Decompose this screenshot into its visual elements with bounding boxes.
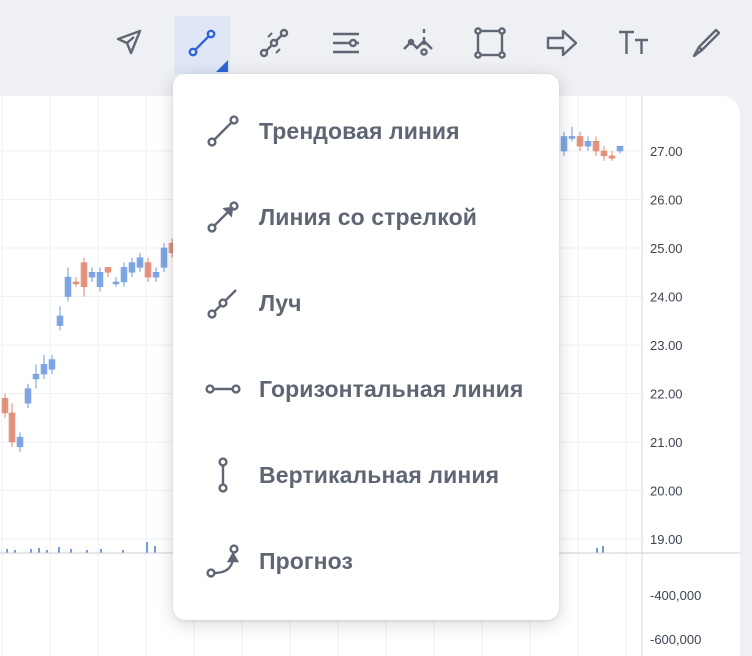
candle	[600, 146, 608, 161]
candle	[128, 257, 136, 278]
candle	[608, 151, 616, 161]
volume-tick-label: -600,000	[650, 632, 701, 647]
candle	[16, 432, 24, 452]
volume-bar	[58, 547, 60, 553]
volume-tick-label: -400,000	[650, 588, 701, 603]
arrow-tool-button[interactable]	[534, 16, 590, 74]
multi-point-line-tool-button[interactable]	[246, 16, 302, 74]
brush-icon	[688, 25, 724, 66]
candle	[72, 277, 80, 287]
menu-item-label: Вертикальная линия	[259, 461, 500, 488]
price-tick-label: 27.00	[650, 144, 683, 159]
arrow-line-icon	[203, 197, 243, 237]
horizontal-levels-icon	[328, 25, 364, 66]
price-tick-label: 25.00	[650, 241, 683, 256]
candle	[120, 262, 128, 287]
candle	[64, 267, 72, 302]
volume-axis: -400,000 -600,000	[650, 588, 701, 647]
candle	[136, 252, 144, 273]
ray-icon	[203, 283, 243, 323]
price-tick-label: 26.00	[650, 193, 683, 208]
candle	[56, 306, 64, 331]
menu-item-label: Луч	[259, 289, 302, 316]
candle	[24, 383, 32, 409]
arrow-icon	[544, 25, 580, 66]
trend-line-tool-button[interactable]	[174, 16, 230, 74]
price-tick-label: 21.00	[650, 435, 683, 450]
candle	[8, 403, 16, 447]
candle	[112, 277, 120, 287]
menu-item-forecast[interactable]: Прогноз	[173, 518, 559, 604]
menu-item-trend-line[interactable]: Трендовая линия	[173, 88, 559, 174]
volume-bar	[100, 549, 102, 553]
rectangle-shape-icon	[472, 25, 508, 66]
candle	[1, 393, 9, 418]
volume-bar	[70, 549, 72, 553]
candle	[104, 267, 112, 278]
candle	[152, 267, 160, 282]
menu-item-horizontal-line[interactable]: Горизонтальная линия	[173, 346, 559, 432]
menu-item-ray[interactable]: Луч	[173, 260, 559, 346]
price-tick-label: 19.00	[650, 532, 683, 547]
candle	[40, 354, 48, 379]
price-axis: 27.00 26.00 25.00 24.00 23.00 22.00 21.00 20.00…	[650, 144, 683, 547]
text-tool-button[interactable]	[606, 16, 662, 74]
forecast-icon	[203, 541, 243, 581]
candle	[616, 145, 624, 154]
price-tick-label: 22.00	[650, 387, 683, 402]
candle	[568, 126, 576, 142]
candle	[584, 136, 592, 151]
candle	[592, 136, 600, 156]
volume-bar	[146, 542, 148, 553]
candle	[80, 257, 88, 297]
price-tick-label: 23.00	[650, 338, 683, 353]
menu-item-label: Трендовая линия	[259, 117, 460, 144]
horizontal-levels-tool-button[interactable]	[318, 16, 374, 74]
multi-point-line-icon	[256, 25, 292, 66]
price-tick-label: 24.00	[650, 290, 683, 305]
horizontal-line-icon	[203, 369, 243, 409]
price-tick-label: 20.00	[650, 484, 683, 499]
candle	[88, 267, 96, 282]
volume-bar	[6, 549, 8, 553]
pitchfork-icon	[400, 25, 436, 66]
volume-bar	[38, 548, 40, 553]
rectangle-tool-button[interactable]	[462, 16, 518, 74]
line-tools-dropdown: Трендовая линия Линия со стрелкой Луч Го…	[173, 74, 559, 620]
menu-item-label: Прогноз	[259, 547, 353, 574]
volume-bar	[602, 546, 604, 553]
menu-item-label: Линия со стрелкой	[259, 203, 477, 230]
brush-tool-button[interactable]	[678, 16, 734, 74]
vertical-line-icon	[203, 455, 243, 495]
pitchfork-tool-button[interactable]	[390, 16, 446, 74]
text-tool-icon	[616, 25, 652, 66]
candle	[32, 364, 40, 389]
menu-item-label: Горизонтальная линия	[259, 375, 524, 402]
cursor-arrow-icon	[112, 25, 148, 66]
menu-item-arrow-line[interactable]: Линия со стрелкой	[173, 174, 559, 260]
menu-item-vertical-line[interactable]: Вертикальная линия	[173, 432, 559, 518]
volume-bar	[154, 546, 156, 553]
trend-line-icon	[203, 111, 243, 151]
cursor-tool-button[interactable]	[102, 16, 158, 74]
candle	[560, 131, 568, 156]
trend-line-icon	[184, 25, 220, 66]
volume-bar	[596, 548, 598, 553]
volume-bar	[30, 549, 32, 553]
